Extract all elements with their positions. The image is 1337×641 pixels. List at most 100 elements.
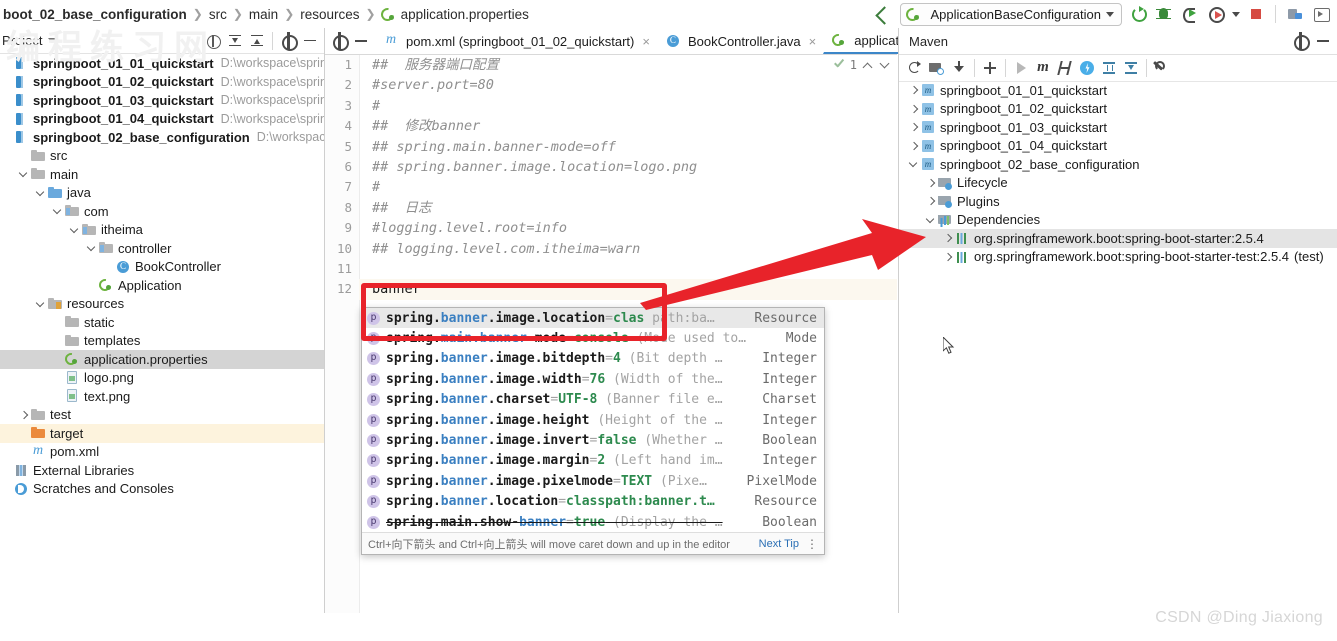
project-tree-item[interactable]: Application <box>0 276 324 295</box>
code-line[interactable]: #logging.level.root=info <box>359 218 897 238</box>
maven-tree-item[interactable]: Dependencies <box>899 211 1337 230</box>
project-tree-item[interactable]: java <box>0 184 324 203</box>
project-tree-item[interactable]: springboot_01_01_quickstart D:\workspace\… <box>0 54 324 73</box>
completion-item[interactable]: spring.banner.image.pixelmode=TEXT (Pixe… <box>362 471 824 491</box>
toggle-skip-tests-icon[interactable] <box>1055 58 1075 78</box>
chevron-down-icon[interactable] <box>48 38 57 43</box>
more-options-icon[interactable]: ⋮ <box>806 537 818 551</box>
project-tree-item[interactable]: main <box>0 165 324 184</box>
maven-tree-item[interactable]: springboot_02_base_configuration <box>899 155 1337 174</box>
editor-tab[interactable]: pom.xml (springboot_01_02_quickstart) × <box>375 28 657 54</box>
completion-item[interactable]: spring.banner.image.bitdepth=4 (Bit dept… <box>362 349 824 369</box>
project-tree-item[interactable]: springboot_02_base_configuration D:\works… <box>0 128 324 147</box>
chevron-down-icon[interactable] <box>51 202 64 220</box>
project-tree-item[interactable]: test <box>0 406 324 425</box>
locate-icon[interactable] <box>203 31 223 51</box>
breadcrumb-item-2[interactable]: main <box>248 7 279 22</box>
project-tree-item[interactable]: BookController <box>0 258 324 277</box>
code-line[interactable]: ## spring.banner.image.location=logo.png <box>359 157 897 177</box>
chevron-right-icon[interactable] <box>907 81 920 99</box>
chevron-right-icon[interactable] <box>907 118 920 136</box>
project-tree-item[interactable]: target <box>0 424 324 443</box>
project-tree-item[interactable]: springboot_01_04_quickstart D:\workspace\… <box>0 110 324 129</box>
maven-tree-item[interactable]: org.springframework.boot:spring-boot-sta… <box>899 229 1337 248</box>
project-tree-item[interactable]: resources <box>0 295 324 314</box>
chevron-right-icon[interactable] <box>924 192 937 210</box>
chevron-down-icon[interactable] <box>34 184 47 202</box>
project-tree-item[interactable]: com <box>0 202 324 221</box>
add-icon[interactable] <box>980 58 1000 78</box>
maven-tree-item[interactable]: springboot_01_01_quickstart <box>899 81 1337 100</box>
chevron-right-icon[interactable] <box>907 137 920 155</box>
project-panel-title[interactable]: Project <box>0 33 42 48</box>
minimize-icon[interactable] <box>1313 31 1333 51</box>
project-tree-item[interactable]: templates <box>0 332 324 351</box>
rerun-icon[interactable] <box>1128 4 1148 24</box>
project-tree-item[interactable]: Scratches and Consoles <box>0 480 324 499</box>
minimize-icon[interactable] <box>351 31 371 51</box>
maven-tree-item[interactable]: springboot_01_04_quickstart <box>899 137 1337 156</box>
completion-item[interactable]: spring.banner.image.location=clas path:b… <box>362 308 824 329</box>
maven-tree-item[interactable]: springboot_01_02_quickstart <box>899 100 1337 119</box>
collapse-all-icon[interactable] <box>1121 58 1141 78</box>
expand-all-icon[interactable] <box>225 31 245 51</box>
code-line[interactable]: # <box>359 96 897 116</box>
run-with-coverage-icon[interactable] <box>1180 4 1200 24</box>
add-maven-project-icon[interactable] <box>927 58 947 78</box>
completion-item[interactable]: spring.main.banner-mode=console (Mode us… <box>362 328 824 348</box>
chevron-right-icon[interactable] <box>924 174 937 192</box>
settings-gear-icon[interactable] <box>329 31 349 51</box>
completion-list[interactable]: spring.banner.image.location=clas path:b… <box>362 308 824 532</box>
expand-all-icon[interactable] <box>1099 58 1119 78</box>
debug-icon[interactable] <box>1154 4 1174 24</box>
chevron-right-icon[interactable] <box>941 229 954 247</box>
completion-item[interactable]: spring.banner.image.width=76 (Width of t… <box>362 369 824 389</box>
chevron-right-icon[interactable] <box>941 248 954 266</box>
editor-tab[interactable]: BookController.java × <box>657 28 823 54</box>
project-tree-item[interactable]: pom.xml <box>0 442 324 462</box>
collapse-all-icon[interactable] <box>247 31 267 51</box>
next-highlight-icon[interactable] <box>879 59 891 71</box>
code-line[interactable]: ## spring.main.banner-mode=off <box>359 137 897 157</box>
close-icon[interactable]: × <box>809 34 817 49</box>
toggle-offline-mode-icon[interactable] <box>1077 58 1097 78</box>
chevron-down-icon[interactable] <box>85 239 98 257</box>
code-line[interactable]: banner <box>359 279 897 300</box>
maven-tree-item[interactable]: Plugins <box>899 192 1337 211</box>
chevron-right-icon[interactable] <box>17 406 30 424</box>
chevron-right-icon[interactable] <box>907 100 920 118</box>
maven-tree-item[interactable]: org.springframework.boot:spring-boot-sta… <box>899 248 1337 267</box>
project-tree-item[interactable]: controller <box>0 239 324 258</box>
code-line[interactable]: ## 修改banner <box>359 116 897 136</box>
run-icon[interactable] <box>1011 58 1031 78</box>
minimize-icon[interactable] <box>300 31 320 51</box>
settings-gear-icon[interactable] <box>278 31 298 51</box>
project-tree-item[interactable]: External Libraries <box>0 461 324 480</box>
maven-tree-item[interactable]: springboot_01_03_quickstart <box>899 118 1337 137</box>
next-tip-link[interactable]: Next Tip <box>759 538 799 550</box>
completion-item[interactable]: spring.banner.charset=UTF-8 (Banner file… <box>362 390 824 410</box>
breadcrumb-item-0[interactable]: boot_02_base_configuration <box>2 7 188 22</box>
download-sources-icon[interactable] <box>949 58 969 78</box>
close-icon[interactable]: × <box>642 34 650 49</box>
previous-highlight-icon[interactable] <box>862 59 874 71</box>
refresh-icon[interactable] <box>905 58 925 78</box>
chevron-down-icon[interactable] <box>924 211 937 229</box>
completion-item[interactable]: spring.banner.image.height (Height of th… <box>362 410 824 430</box>
layout-icon[interactable] <box>1285 4 1305 24</box>
completion-item[interactable]: spring.banner.image.invert=false (Whethe… <box>362 430 824 450</box>
completion-item[interactable]: spring.main.show-banner=true (Display th… <box>362 512 824 532</box>
completion-item[interactable]: spring.banner.location=classpath:banner.… <box>362 492 824 512</box>
project-tree-item[interactable]: springboot_01_02_quickstart D:\workspace\… <box>0 73 324 92</box>
editor-tab-bar[interactable]: pom.xml (springboot_01_02_quickstart)×Bo… <box>325 28 1001 55</box>
settings-wrench-icon[interactable] <box>1152 58 1172 78</box>
project-tree-item[interactable]: text.png <box>0 387 324 406</box>
back-arrow-icon[interactable] <box>874 4 894 24</box>
project-tree-item[interactable]: application.properties <box>0 350 324 369</box>
project-tree-item[interactable]: springboot_01_03_quickstart D:\workspace\… <box>0 91 324 110</box>
code-line[interactable]: ## 服务器端口配置 <box>359 55 897 75</box>
execute-maven-goal-icon[interactable] <box>1033 57 1053 78</box>
chevron-down-icon[interactable] <box>17 165 30 183</box>
code-line[interactable]: ## 日志 <box>359 198 897 218</box>
project-tree[interactable]: springboot_01_01_quickstart D:\workspace\… <box>0 54 324 613</box>
